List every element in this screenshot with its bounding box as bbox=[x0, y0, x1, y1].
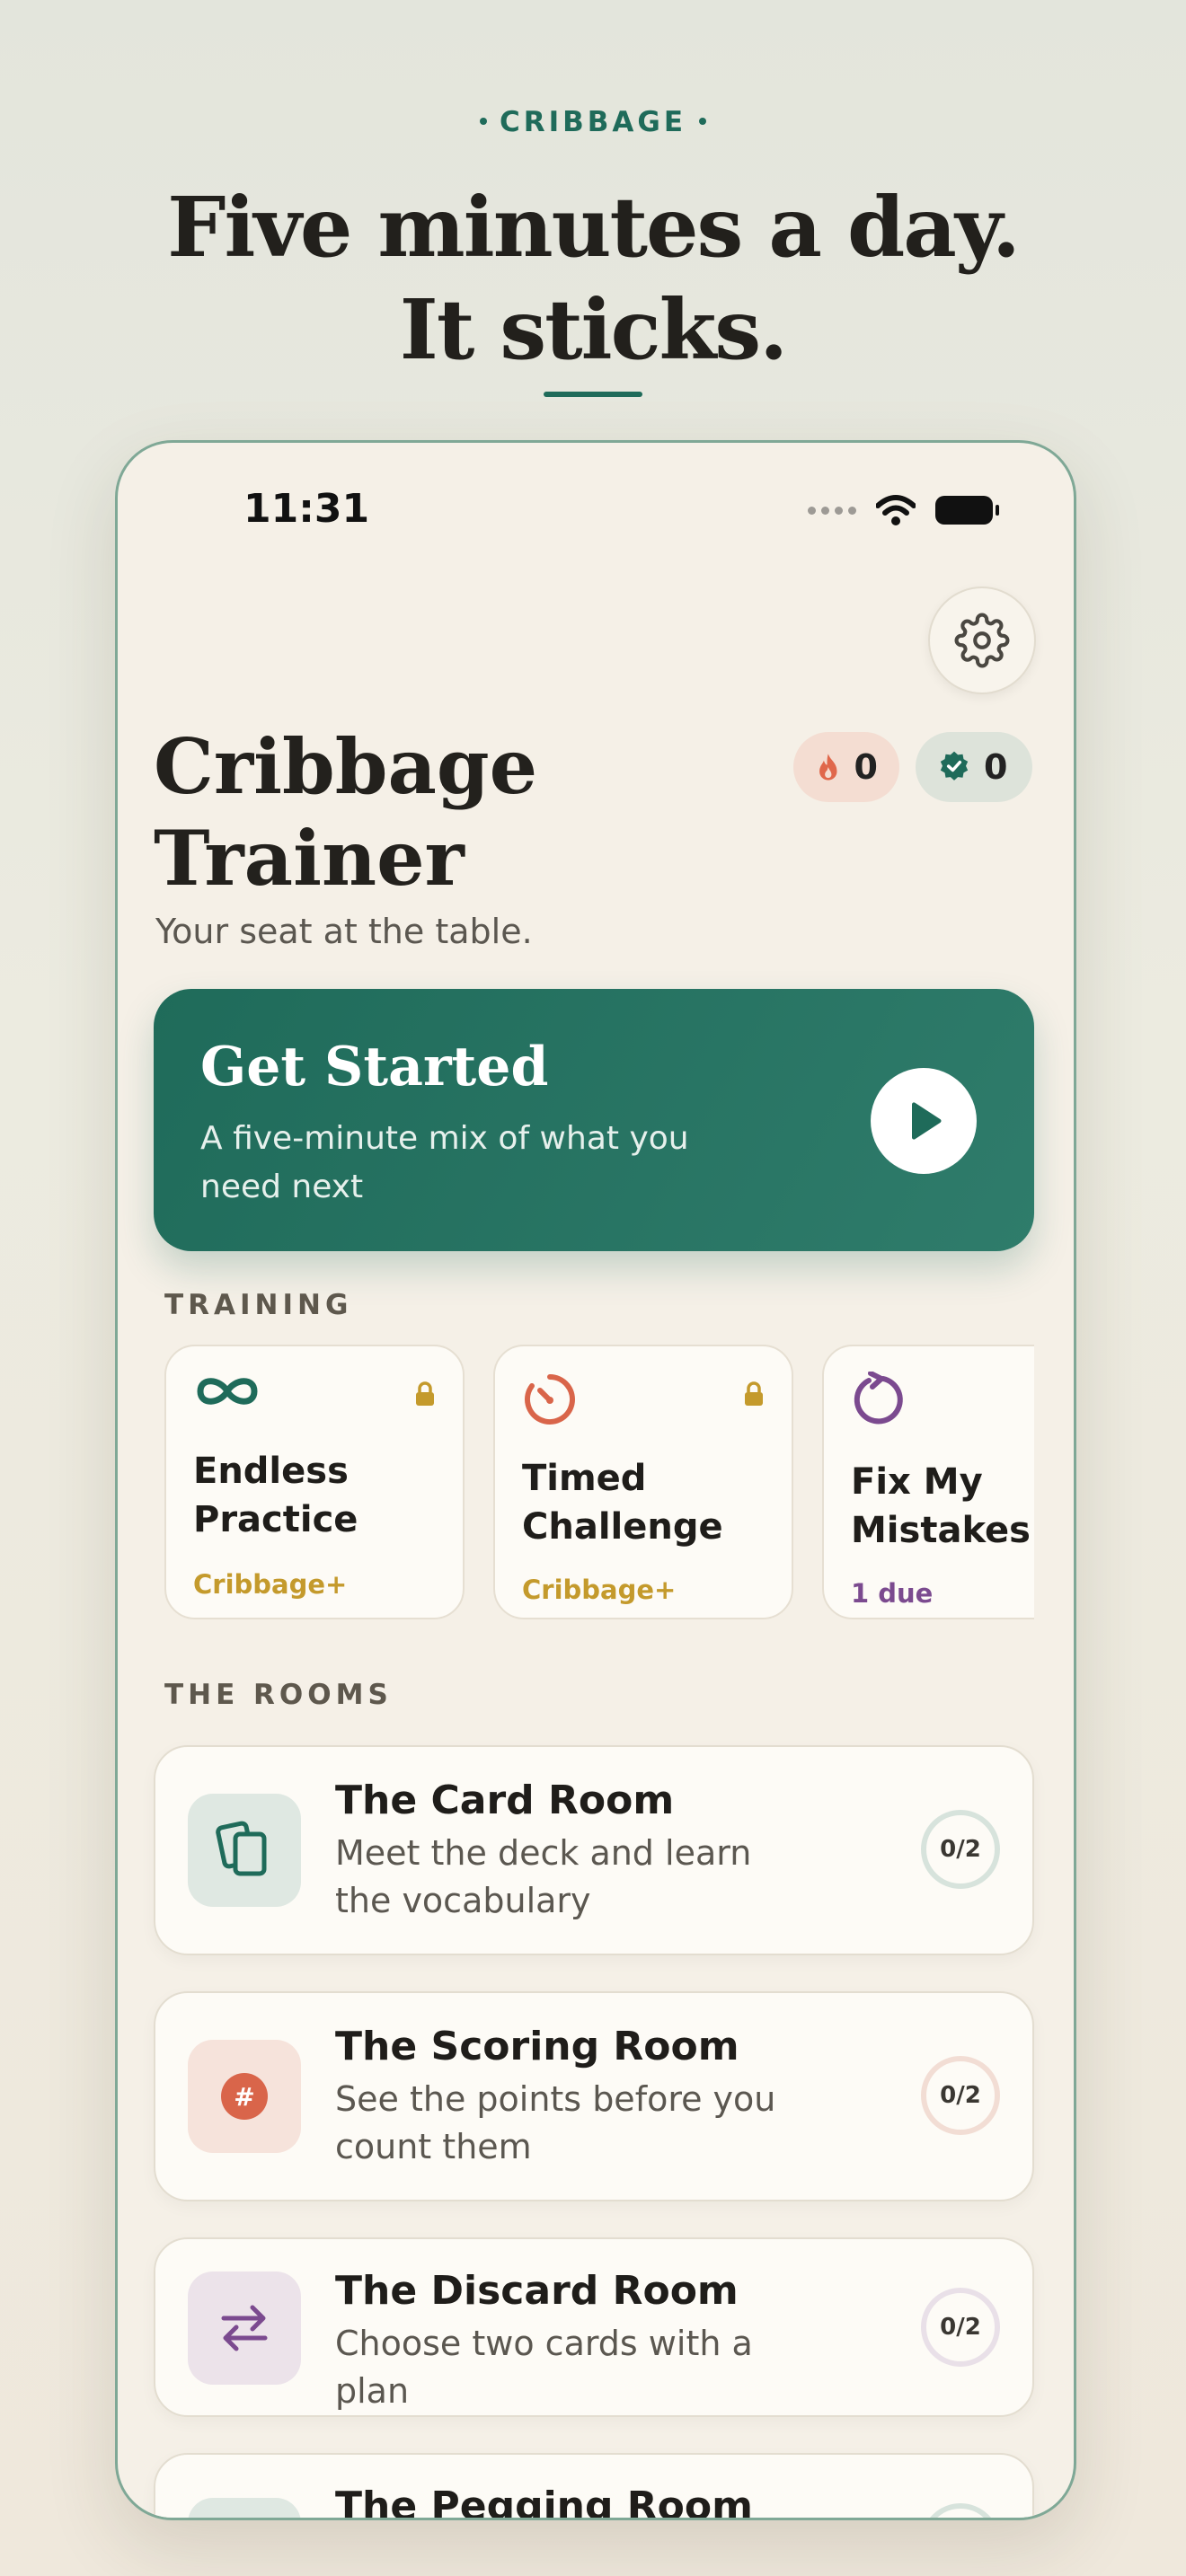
gear-icon bbox=[954, 613, 1010, 668]
hero-title: Get Started bbox=[200, 1036, 549, 1098]
training-card-subtitle: 1 due bbox=[851, 1578, 934, 1609]
hash-icon: # bbox=[221, 2073, 268, 2120]
bullet-dot bbox=[479, 117, 487, 125]
wifi-icon bbox=[876, 495, 916, 525]
training-card-subtitle: Cribbage+ bbox=[522, 1575, 677, 1605]
room-icon-tile: # bbox=[188, 2040, 301, 2153]
room-progress-ring: 0/2 bbox=[921, 2288, 1000, 2367]
retry-icon bbox=[854, 1372, 903, 1425]
streak-pill[interactable]: 0 bbox=[793, 732, 899, 802]
battery-icon bbox=[935, 496, 999, 525]
lock-icon bbox=[745, 1381, 763, 1406]
cellular-signal-icon bbox=[808, 506, 856, 515]
rooms-section-label: THE ROOMS bbox=[164, 1679, 393, 1711]
room-icon-tile bbox=[188, 1794, 301, 1907]
room-description: Meet the deck and learn the vocabulary bbox=[335, 1833, 752, 1920]
room-title: The Scoring Room bbox=[335, 2024, 739, 2069]
training-card-title: Fix My Mistakes bbox=[851, 1461, 1031, 1551]
training-carousel[interactable]: Endless Practice Cribbage+ Timed Challen… bbox=[154, 1345, 1034, 1627]
room-icon-tile bbox=[188, 2272, 301, 2385]
room-progress-ring bbox=[921, 2503, 1000, 2518]
room-progress-ring: 0/2 bbox=[921, 2056, 1000, 2135]
training-card-endless-practice[interactable]: Endless Practice Cribbage+ bbox=[164, 1345, 465, 1619]
get-started-card[interactable]: Get Started A five-minute mix of what yo… bbox=[154, 989, 1034, 1251]
room-card-scoring-room[interactable]: # The Scoring Room See the points before… bbox=[154, 1991, 1034, 2201]
cards-icon bbox=[216, 1821, 267, 1876]
app-subtitle: Your seat at the table. bbox=[155, 912, 533, 951]
room-card-pegging-room[interactable]: The Pegging Room bbox=[154, 2453, 1034, 2520]
status-icons bbox=[808, 495, 999, 525]
hero-description: A five-minute mix of what you need next bbox=[200, 1120, 689, 1205]
room-description: Choose two cards with a plan bbox=[335, 2324, 753, 2411]
lock-icon bbox=[416, 1381, 434, 1406]
eyebrow-text: CRIBBAGE bbox=[499, 106, 687, 138]
room-description: See the points before you count them bbox=[335, 2079, 776, 2166]
training-section-label: TRAINING bbox=[164, 1289, 353, 1321]
training-card-title: Timed Challenge bbox=[522, 1458, 723, 1548]
room-card-discard-room[interactable]: The Discard Room Choose two cards with a… bbox=[154, 2237, 1034, 2417]
headline-underline bbox=[544, 392, 642, 397]
eyebrow-label: CRIBBAGE bbox=[0, 106, 1186, 138]
streak-count: 0 bbox=[854, 747, 878, 787]
badge-count: 0 bbox=[984, 747, 1008, 787]
room-progress-ring: 0/2 bbox=[921, 1810, 1000, 1889]
room-title: The Discard Room bbox=[335, 2268, 739, 2314]
badge-pill[interactable]: 0 bbox=[916, 732, 1032, 802]
flame-icon bbox=[819, 754, 837, 781]
settings-button[interactable] bbox=[928, 587, 1036, 694]
training-card-subtitle: Cribbage+ bbox=[193, 1569, 348, 1600]
phone-frame: 11:31 Cribbage Trainer Your seat at the … bbox=[115, 440, 1076, 2520]
infinity-icon bbox=[197, 1378, 258, 1405]
training-card-title: Endless Practice bbox=[193, 1451, 358, 1540]
room-card-card-room[interactable]: The Card Room Meet the deck and learn th… bbox=[154, 1745, 1034, 1955]
bullet-dot bbox=[699, 117, 707, 125]
training-card-timed-challenge[interactable]: Timed Challenge Cribbage+ bbox=[493, 1345, 793, 1619]
training-card-fix-my-mistakes[interactable]: Fix My Mistakes 1 due bbox=[822, 1345, 1034, 1619]
room-title: The Pegging Room bbox=[335, 2483, 753, 2520]
marketing-headline: Five minutes a day. It sticks. bbox=[167, 179, 1021, 378]
app-title: Cribbage Trainer bbox=[154, 722, 538, 903]
svg-text:#: # bbox=[234, 2082, 254, 2112]
swap-arrows-icon bbox=[221, 2305, 268, 2351]
room-icon-tile bbox=[188, 2498, 301, 2518]
play-icon bbox=[912, 1102, 942, 1140]
verified-badge-icon bbox=[940, 751, 969, 781]
status-time: 11:31 bbox=[243, 486, 370, 532]
play-button[interactable] bbox=[871, 1068, 977, 1174]
room-title: The Card Room bbox=[335, 1778, 675, 1823]
timer-icon bbox=[525, 1374, 575, 1425]
